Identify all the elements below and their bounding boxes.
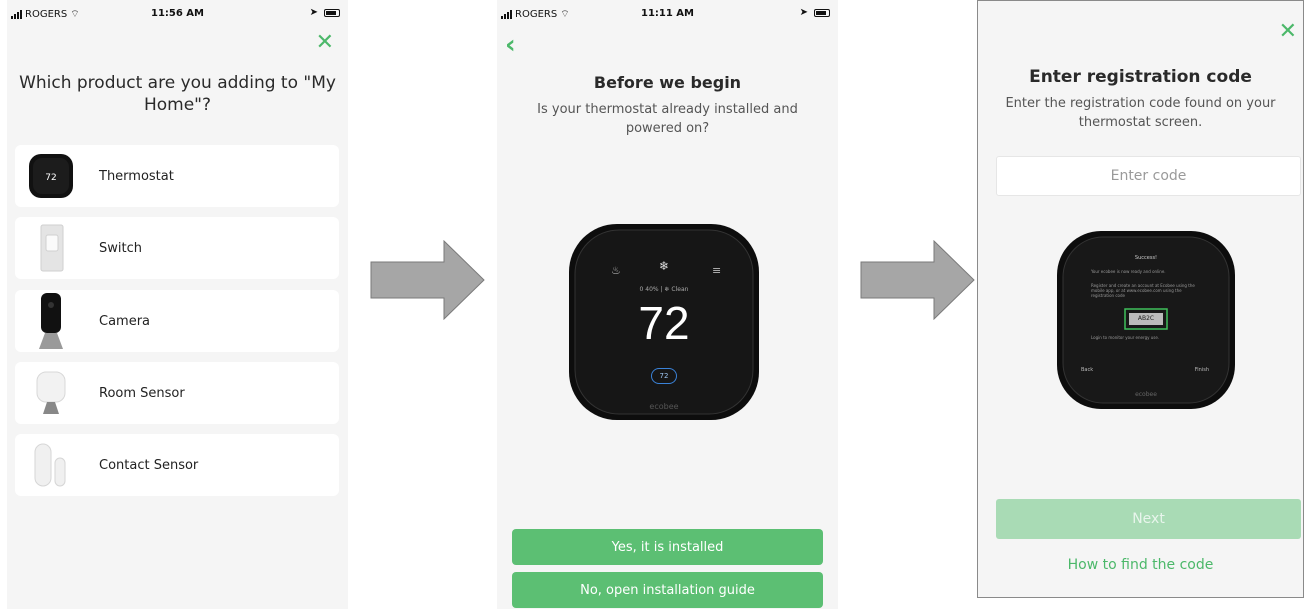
- device-code: AB2C: [1137, 315, 1155, 322]
- product-selection-screen: ROGERS ⌔ 11:56 AM ➤ ✕ Which product are …: [7, 0, 348, 609]
- humidity-readout: 0 40%: [639, 286, 659, 293]
- before-we-begin-screen: ROGERS ⌔ 11:11 AM ➤ ‹ Before we begin Is…: [497, 0, 838, 609]
- device-brand: ecobee: [1135, 391, 1157, 398]
- yes-installed-button[interactable]: Yes, it is installed: [512, 529, 823, 565]
- camera-icon: [27, 293, 75, 349]
- product-card-camera[interactable]: Camera: [15, 290, 339, 352]
- close-icon[interactable]: ✕: [1279, 21, 1297, 43]
- svg-text:♨: ♨: [611, 264, 621, 277]
- air-quality-readout: Clean: [671, 286, 689, 293]
- device-brand: ecobee: [649, 402, 679, 411]
- product-label: Room Sensor: [99, 385, 185, 401]
- switch-icon: [27, 223, 75, 273]
- product-card-switch[interactable]: Switch: [15, 217, 339, 279]
- close-icon[interactable]: ✕: [316, 32, 334, 54]
- location-icon: ➤: [799, 7, 808, 18]
- contact-sensor-icon: [27, 440, 75, 490]
- device-finish-label: Finish: [1194, 367, 1209, 373]
- registration-code-input[interactable]: Enter code: [996, 156, 1301, 196]
- how-to-find-code-link[interactable]: How to find the code: [978, 557, 1303, 573]
- success-footer: Login to monitor your energy use.: [1091, 335, 1160, 340]
- product-label: Contact Sensor: [99, 457, 199, 473]
- battery-icon: [814, 9, 830, 17]
- svg-text:❄: ❄: [659, 259, 669, 273]
- temperature-readout: 72: [638, 297, 690, 349]
- page-subtitle: Enter the registration code found on you…: [1005, 96, 1276, 130]
- svg-text:≡: ≡: [712, 264, 721, 277]
- thermostat-icon: 72: [27, 151, 75, 201]
- product-card-thermostat[interactable]: 72 Thermostat: [15, 145, 339, 207]
- device-back-label: Back: [1081, 367, 1094, 373]
- flow-arrow-icon: [860, 240, 975, 320]
- page-title: Which product are you adding to "My Home…: [19, 73, 336, 115]
- installation-guide-button[interactable]: No, open installation guide: [512, 572, 823, 608]
- svg-text:72: 72: [45, 173, 56, 183]
- page-subtitle: Is your thermostat already installed and…: [537, 102, 798, 136]
- room-sensor-icon: [27, 368, 75, 418]
- status-bar: ROGERS ⌔ 11:11 AM ➤: [497, 7, 838, 22]
- status-time: 11:11 AM: [640, 8, 694, 19]
- status-bar: ROGERS ⌔ 11:56 AM ➤: [7, 7, 348, 22]
- page-title: Before we begin: [593, 73, 742, 92]
- product-label: Thermostat: [99, 168, 174, 184]
- page-title: Enter registration code: [1029, 67, 1252, 87]
- location-icon: ➤: [309, 7, 318, 18]
- battery-icon: [324, 9, 340, 17]
- product-label: Camera: [99, 313, 151, 329]
- thermostat-success-image: Success! Your ecobee is now ready and on…: [1057, 229, 1235, 411]
- product-label: Switch: [99, 240, 142, 256]
- product-card-contact-sensor[interactable]: Contact Sensor: [15, 434, 339, 496]
- next-button[interactable]: Next: [996, 499, 1301, 539]
- status-time: 11:56 AM: [150, 8, 204, 19]
- back-chevron-icon[interactable]: ‹: [505, 32, 516, 58]
- success-line2: Register and create an account at Ecobee…: [1091, 283, 1195, 298]
- success-line1: Your ecobee is now ready and online.: [1091, 269, 1166, 274]
- thermostat-image: ♨ ❄ ≡ 0 40% | ❄ Clean 72 72 ecobee: [569, 222, 759, 422]
- registration-code-screen: ✕ Enter registration code Enter the regi…: [977, 0, 1304, 598]
- setpoint-badge: 72: [651, 368, 677, 384]
- flow-arrow-icon: [370, 240, 485, 320]
- product-card-room-sensor[interactable]: Room Sensor: [15, 362, 339, 424]
- success-heading: Success!: [1134, 255, 1158, 261]
